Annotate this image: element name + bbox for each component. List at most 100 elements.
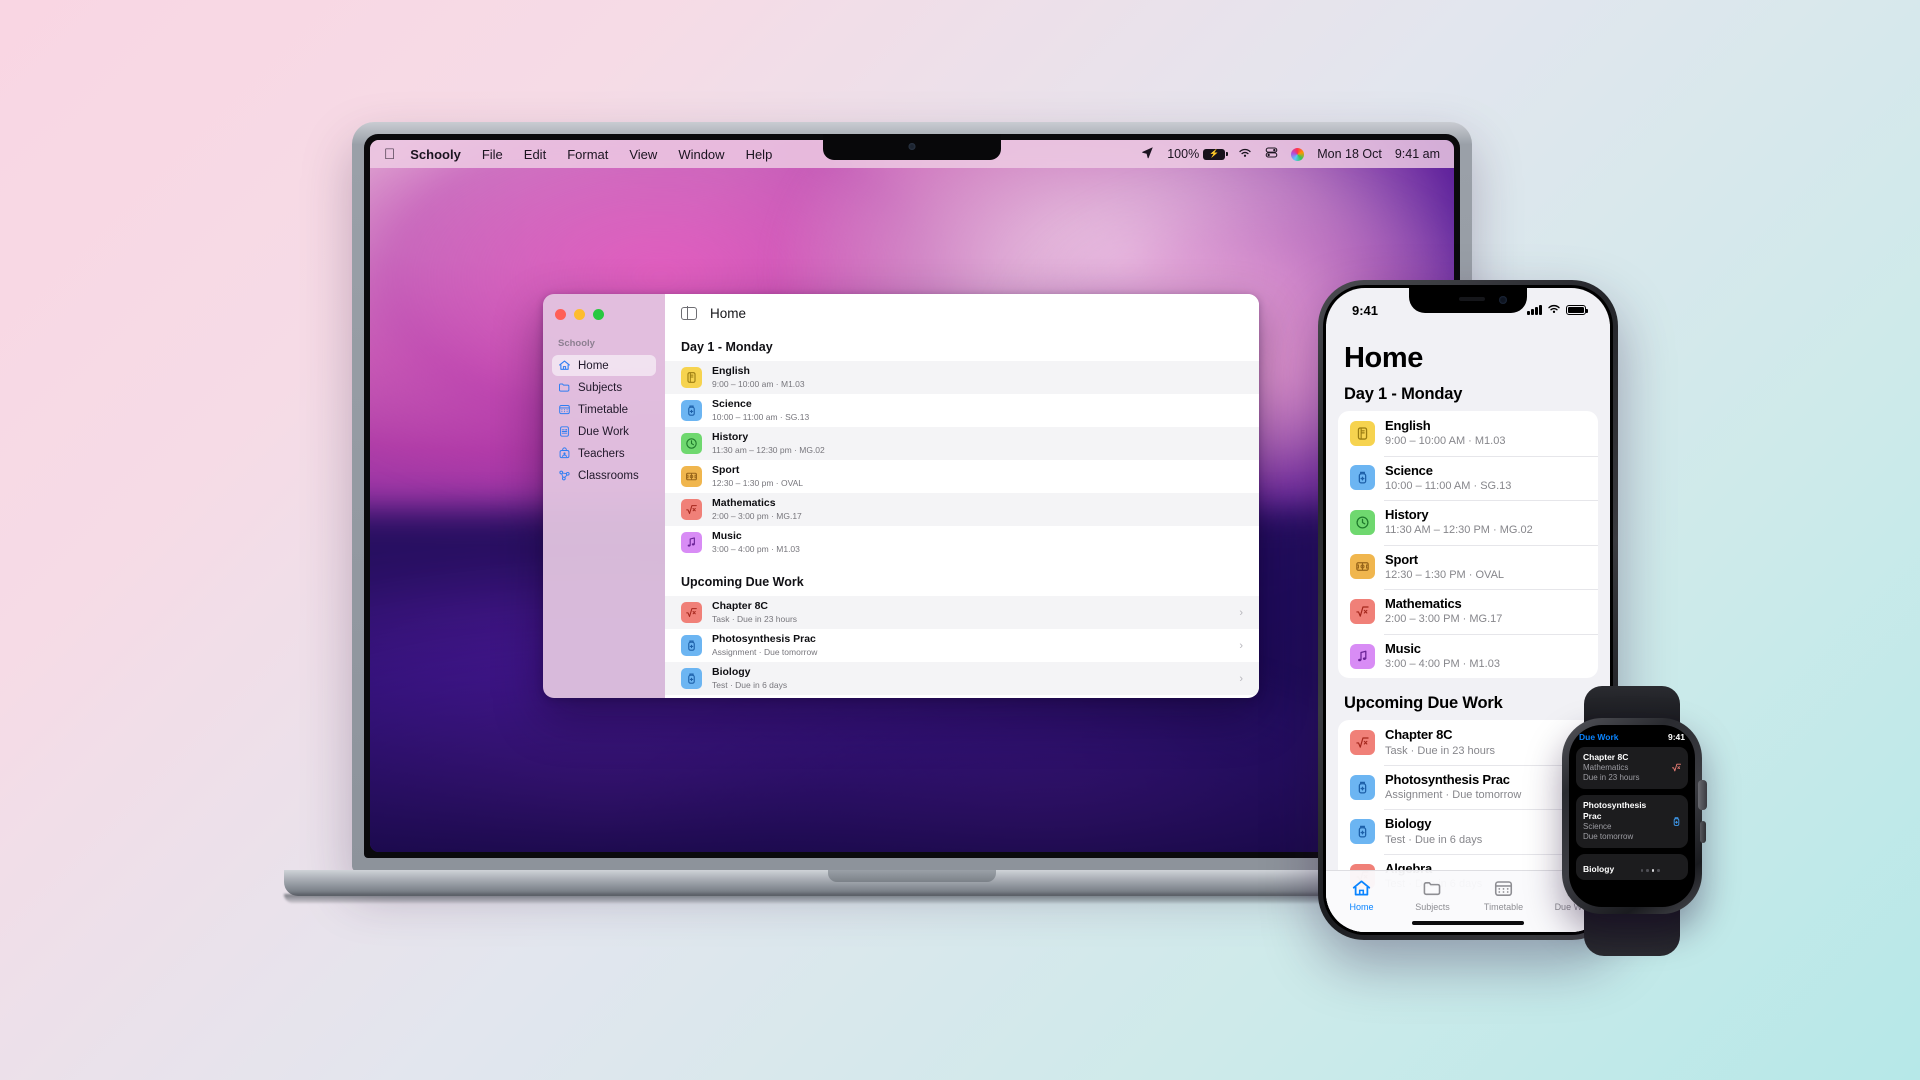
list-item[interactable]: Photosynthesis Prac Assignment · Due tomo…	[665, 629, 1259, 662]
list-item[interactable]: Mathematics 2:00 – 3:00 PM · MG.17	[1338, 589, 1598, 634]
list-item-title: English	[712, 365, 750, 378]
flask-icon	[1350, 465, 1375, 491]
list-item[interactable]: Music 3:00 – 4:00 PM · M1.03	[1338, 633, 1598, 679]
menubar-time[interactable]: 9:41 am	[1395, 147, 1440, 161]
page-dot	[1651, 869, 1655, 872]
menu-item-edit[interactable]: Edit	[524, 147, 546, 162]
watch-card-subject: Mathematics	[1583, 762, 1629, 772]
tab-label: Timetable	[1483, 902, 1524, 912]
list-item-title: Biology	[1385, 816, 1432, 832]
list-item-title: English	[1385, 418, 1431, 433]
sidebar-item-subjects[interactable]: Subjects	[552, 377, 656, 398]
iphone-notch	[1409, 288, 1527, 313]
wifi-icon[interactable]	[1238, 146, 1252, 163]
list-item[interactable]: Sport 12:30 – 1:30 pm · OVAL	[665, 460, 1259, 493]
list-item-title: Music	[712, 530, 742, 543]
zoom-button[interactable]	[593, 309, 604, 320]
list-item[interactable]: History 11:30 AM – 12:30 PM · MG.02	[1338, 500, 1598, 545]
list-item-subtitle: 2:00 – 3:00 PM · MG.17	[1385, 613, 1503, 626]
list-item-subtitle: 11:30 am – 12:30 pm · MG.02	[712, 444, 825, 455]
sqrt-icon	[1350, 598, 1375, 624]
flask-icon	[681, 400, 702, 421]
watch-side-button[interactable]	[1700, 821, 1706, 843]
list-item-subtitle: Test · Due in 6 days	[712, 679, 788, 690]
list-item[interactable]: English 9:00 – 10:00 am · M1.03	[665, 361, 1259, 394]
person-badge-icon	[558, 447, 571, 460]
sidebar-item-teachers[interactable]: Teachers	[552, 443, 656, 464]
sidebar-item-label: Classrooms	[578, 469, 639, 482]
mac-toolbar: Home	[665, 294, 1259, 332]
close-button[interactable]	[555, 309, 566, 320]
watch-card-peek[interactable]: Biology	[1576, 853, 1688, 880]
calendar-icon	[558, 403, 571, 416]
sidebar-item-classrooms[interactable]: Classrooms	[552, 465, 656, 486]
watch-due-work-card[interactable]: Chapter 8C Mathematics Due in 23 hours	[1576, 747, 1688, 789]
watch-page-dots	[1640, 869, 1660, 872]
list-item-title: Chapter 8C	[712, 600, 769, 613]
note-icon	[1350, 643, 1375, 669]
sqrt-icon	[1670, 762, 1682, 774]
digital-crown-icon[interactable]	[1698, 780, 1707, 810]
list-item[interactable]: Chapter 8C Task · Due in 23 hours ›	[665, 596, 1259, 629]
page-dot	[1657, 869, 1660, 872]
book-icon	[681, 367, 702, 388]
list-item[interactable]: History 11:30 am – 12:30 pm · MG.02	[665, 427, 1259, 460]
list-item[interactable]: Biology Test · Due in 6 days ›	[665, 662, 1259, 695]
flask-icon	[1350, 819, 1375, 845]
macbook-device:  Schooly File Edit Format View Window H…	[284, 122, 1540, 942]
tab-home[interactable]: Home	[1326, 878, 1397, 932]
list-item[interactable]: Music 3:00 – 4:00 pm · M1.03	[665, 526, 1259, 559]
list-item-title: Mathematics	[1385, 596, 1462, 612]
sidebar-item-timetable[interactable]: Timetable	[552, 399, 656, 420]
list-item[interactable]: English 9:00 – 10:00 AM · M1.03	[1338, 411, 1598, 456]
flask-icon	[681, 635, 702, 656]
list-item-subtitle: 2:00 – 3:00 pm · MG.17	[712, 510, 802, 521]
sidebar-item-due-work[interactable]: Due Work	[552, 421, 656, 442]
macbook-notch	[823, 134, 1001, 160]
sidebar-nav-list: Home Subjects Timetable Due Work Teachers Cla…	[552, 355, 656, 486]
iphone-section-heading-day: Day 1 - Monday	[1344, 385, 1463, 403]
battery-status[interactable]: 100% ⚡	[1167, 147, 1229, 161]
flask-icon	[1350, 774, 1375, 800]
chevron-right-icon: ›	[1239, 672, 1243, 685]
watch-header: Due Work 9:41	[1576, 732, 1688, 747]
menu-item-help[interactable]: Help	[746, 147, 773, 162]
menu-item-schooly[interactable]: Schooly	[410, 147, 461, 162]
window-traffic-lights[interactable]	[552, 307, 656, 320]
clipboard-icon	[558, 425, 571, 438]
list-item[interactable]: Sport 12:30 – 1:30 PM · OVAL	[1338, 544, 1598, 590]
list-item-subtitle: 10:00 – 11:00 AM · SG.13	[1385, 479, 1512, 492]
note-icon	[681, 532, 702, 553]
minimize-button[interactable]	[574, 309, 585, 320]
watch-card-due: Due tomorrow	[1583, 832, 1634, 842]
sidebar-toggle-icon[interactable]	[681, 306, 697, 320]
watch-due-work-card[interactable]: Photosynthesis Prac Science Due tomorrow	[1576, 794, 1688, 848]
list-item-subtitle: Assignment · Due tomorrow	[1385, 789, 1522, 802]
menu-item-file[interactable]: File	[482, 147, 503, 162]
menu-item-window[interactable]: Window	[678, 147, 724, 162]
folder-icon	[558, 381, 571, 394]
list-item-subtitle: 9:00 – 10:00 am · M1.03	[712, 378, 805, 389]
macbook-bezel:  Schooly File Edit Format View Window H…	[364, 134, 1460, 858]
schooly-mac-window[interactable]: Schooly Home Subjects Timetable Due Work Tea…	[543, 294, 1259, 698]
clock-icon	[1350, 509, 1375, 535]
apple-logo-icon[interactable]: 	[384, 147, 395, 162]
menubar-date[interactable]: Mon 18 Oct	[1317, 147, 1382, 161]
watch-peek-title: Biology	[1583, 863, 1615, 874]
list-item[interactable]: Science 10:00 – 11:00 am · SG.13	[665, 394, 1259, 427]
sidebar-item-label: Due Work	[578, 425, 629, 438]
macbook-screen-shell:  Schooly File Edit Format View Window H…	[352, 122, 1472, 872]
sidebar-item-label: Subjects	[578, 381, 623, 394]
battery-percent-label: 100%	[1167, 147, 1200, 161]
menu-item-format[interactable]: Format	[567, 147, 608, 162]
siri-icon[interactable]	[1291, 147, 1305, 161]
control-center-icon[interactable]	[1265, 146, 1278, 162]
sidebar-item-home[interactable]: Home	[552, 355, 656, 376]
location-arrow-icon[interactable]	[1141, 146, 1154, 162]
list-item[interactable]: Science 10:00 – 11:00 AM · SG.13	[1338, 455, 1598, 501]
home-indicator[interactable]	[1412, 921, 1524, 925]
menu-item-view[interactable]: View	[629, 147, 657, 162]
list-item-title: Sport	[1385, 551, 1418, 567]
sqrt-icon	[681, 602, 702, 623]
list-item[interactable]: Mathematics 2:00 – 3:00 pm · MG.17	[665, 493, 1259, 526]
